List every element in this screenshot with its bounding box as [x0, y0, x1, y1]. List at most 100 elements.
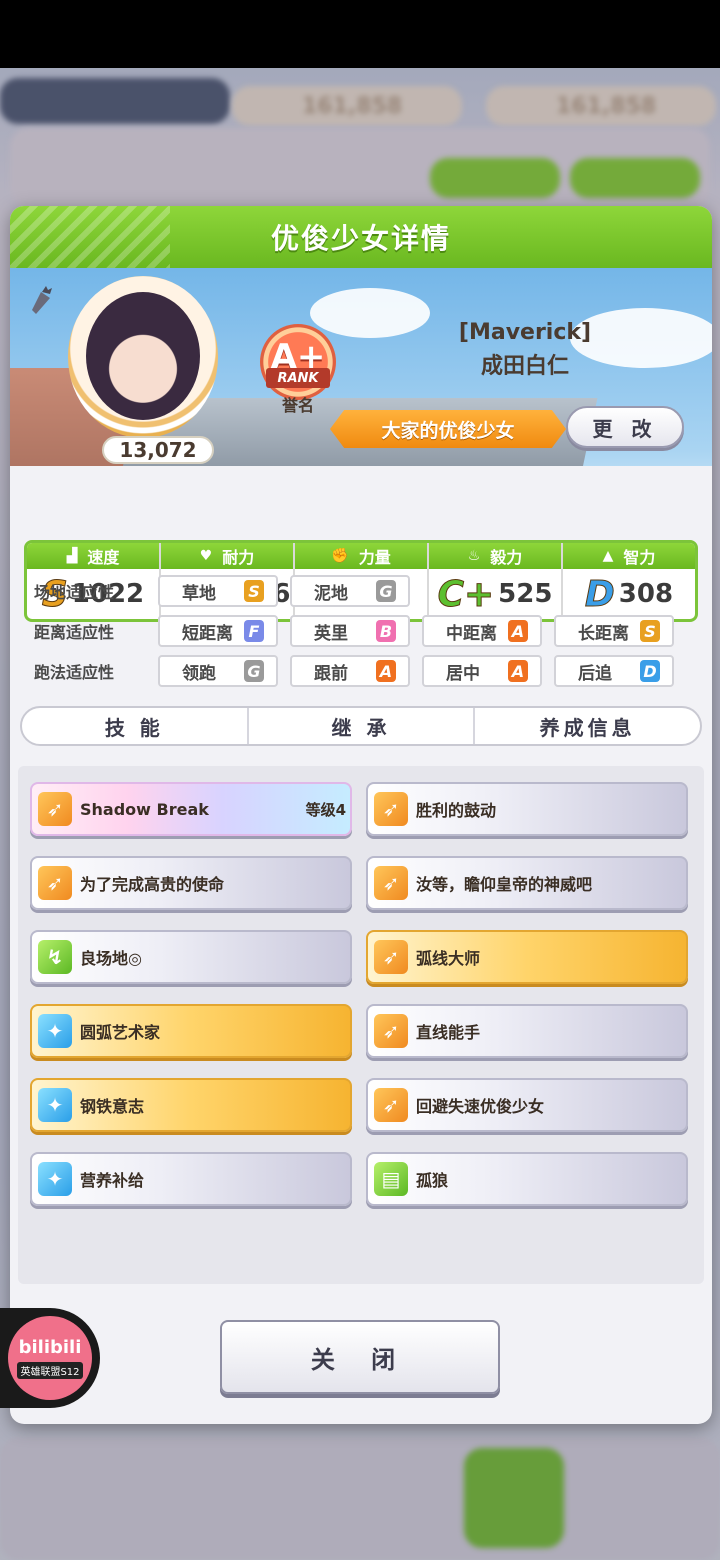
aptitude-grade: B — [376, 620, 396, 642]
sparkle-icon: ✦ — [38, 1014, 72, 1048]
stat-body: C+ 525 — [429, 569, 561, 619]
aptitude-grade: D — [640, 660, 660, 682]
dialog-title: 优俊少女详情 — [270, 222, 451, 255]
skill-card[interactable]: ➶ 弧线大师 — [366, 930, 688, 984]
aptitude-grade: G — [376, 580, 396, 602]
skill-level: 等级4 — [305, 800, 346, 819]
stat-grade: C+ — [437, 573, 495, 615]
aptitude-cell: 短距离 F — [158, 615, 278, 647]
heart-icon: ♥ — [199, 548, 213, 564]
change-title-button[interactable]: 更 改 — [566, 406, 684, 448]
stat-header: ♨ 毅力 — [429, 543, 561, 569]
skill-name: 直线能手 — [416, 1023, 481, 1042]
skill-name: 孤狼 — [416, 1171, 449, 1190]
skills-panel: ➶ Shadow Break 等级4 ➶ 胜利的鼓动 ➶ 为了完成高贵的使命 ➶ 汝等，瞻仰皇帝… — [18, 766, 704, 1284]
runner-icon: ➶ — [374, 940, 408, 974]
detail-tabs: 技 能 继 承 养成信息 — [20, 706, 702, 746]
runner-icon: ➶ — [374, 866, 408, 900]
aptitude-grade: S — [640, 620, 660, 642]
aptitude-grade: A — [376, 660, 396, 682]
honor-label: 誉名 — [281, 396, 314, 415]
status-bar — [0, 0, 720, 68]
character-detail-dialog: 优俊少女详情 13,072 A+ RANK 誉名 [Maverick] 成田白仁… — [10, 206, 712, 1424]
bilibili-watermark: bilibili 英雄联盟S12 — [0, 1308, 100, 1408]
aptitude-cell: 跟前 A — [290, 655, 410, 687]
shoe-icon: ▟ — [66, 548, 78, 564]
runner-icon: ➶ — [38, 866, 72, 900]
aptitude-name: 跟前 — [314, 663, 348, 684]
aptitude-label: 距离适应性 — [34, 623, 115, 642]
runner-icon: ➶ — [374, 1014, 408, 1048]
fan-score: 13,072 — [102, 436, 214, 464]
runner-icon: ➶ — [38, 792, 72, 826]
aptitude-grade: G — [244, 660, 264, 682]
carrot-icon — [32, 286, 52, 314]
skill-name: 良场地◎ — [80, 949, 142, 968]
aptitude-name: 后追 — [578, 663, 612, 684]
runner-icon: ➶ — [374, 792, 408, 826]
skill-card[interactable]: ▤ 孤狼 — [366, 1152, 688, 1206]
runner-icon: ➶ — [374, 1088, 408, 1122]
sparkle-icon: ✦ — [38, 1088, 72, 1122]
skill-name: 弧线大师 — [416, 949, 481, 968]
card-icon: ▤ — [374, 1162, 408, 1196]
aptitude-row-distance: 距离适应性 短距离 F 英里 B 中距离 A 长距离 S — [34, 615, 686, 647]
aptitude-name: 中距离 — [446, 623, 497, 644]
character-portrait[interactable] — [86, 292, 200, 420]
tab-training-info[interactable]: 养成信息 — [475, 708, 700, 744]
stat-guts: ♨ 毅力 C+ 525 — [429, 543, 563, 619]
skill-card[interactable]: ✦ 营养补给 — [30, 1152, 352, 1206]
sparkle-icon: ✦ — [38, 1162, 72, 1196]
skill-card[interactable]: ↯ 良场地◎ — [30, 930, 352, 984]
stat-value: 308 — [618, 579, 674, 609]
close-button[interactable]: 关 闭 — [220, 1320, 500, 1394]
stat-label: 耐力 — [222, 548, 255, 567]
graduation-cap-icon: ▲ — [602, 548, 614, 564]
aptitude-cell: 领跑 G — [158, 655, 278, 687]
character-name: 成田白仁 — [480, 354, 569, 379]
aptitude-row-track: 场地适应性 草地 S 泥地 G — [34, 575, 422, 607]
aptitude-grade: A — [508, 660, 528, 682]
skill-card[interactable]: ✦ 圆弧艺术家 — [30, 1004, 352, 1058]
aptitude-cell: 英里 B — [290, 615, 410, 647]
stat-grade: D — [584, 573, 615, 615]
bilibili-logo: bilibili 英雄联盟S12 — [8, 1316, 92, 1400]
rank-badge: A+ — [260, 324, 336, 400]
header-stripe-decoration — [10, 206, 170, 268]
watermark-subtitle: 英雄联盟S12 — [17, 1362, 83, 1379]
stat-body: D 308 — [563, 569, 695, 619]
aptitude-cell: 泥地 G — [290, 575, 410, 607]
aptitude-label: 场地适应性 — [34, 583, 115, 602]
aptitude-name: 领跑 — [182, 663, 216, 684]
stat-header: ✊ 力量 — [295, 543, 427, 569]
stat-header: ▲ 智力 — [563, 543, 695, 569]
stat-label: 智力 — [623, 548, 656, 567]
skill-card[interactable]: ➶ 胜利的鼓动 — [366, 782, 688, 836]
aptitude-label: 跑法适应性 — [34, 663, 115, 682]
stat-label: 力量 — [358, 548, 391, 567]
skill-card[interactable]: ➶ 汝等，瞻仰皇帝的神威吧 — [366, 856, 688, 910]
skill-card[interactable]: ➶ 直线能手 — [366, 1004, 688, 1058]
aptitude-cell: 草地 S — [158, 575, 278, 607]
skill-name: 为了完成高贵的使命 — [80, 875, 225, 894]
aptitude-name: 短距离 — [182, 623, 233, 644]
aptitude-name: 长距离 — [578, 623, 629, 644]
aptitude-name: 英里 — [314, 623, 348, 644]
skill-name: 钢铁意志 — [80, 1097, 145, 1116]
stat-wisdom: ▲ 智力 D 308 — [563, 543, 695, 619]
skill-card[interactable]: ➶ 为了完成高贵的使命 — [30, 856, 352, 910]
aptitude-cell: 后追 D — [554, 655, 674, 687]
aptitude-row-style: 跑法适应性 领跑 G 跟前 A 居中 A 后追 D — [34, 655, 686, 687]
aptitude-grade: A — [508, 620, 528, 642]
skill-card[interactable]: ➶ 回避失速优俊少女 — [366, 1078, 688, 1132]
stat-label: 毅力 — [490, 548, 523, 567]
bilibili-logo-text: bilibili — [18, 1337, 82, 1358]
tab-inheritance[interactable]: 继 承 — [249, 708, 476, 744]
dialog-header: 优俊少女详情 — [10, 206, 712, 268]
aptitude-cell: 居中 A — [422, 655, 542, 687]
skill-card[interactable]: ➶ Shadow Break 等级4 — [30, 782, 352, 836]
skill-card[interactable]: ✦ 钢铁意志 — [30, 1078, 352, 1132]
tab-skills[interactable]: 技 能 — [22, 708, 249, 744]
aptitude-grade: F — [244, 620, 264, 642]
stat-header: ♥ 耐力 — [161, 543, 293, 569]
